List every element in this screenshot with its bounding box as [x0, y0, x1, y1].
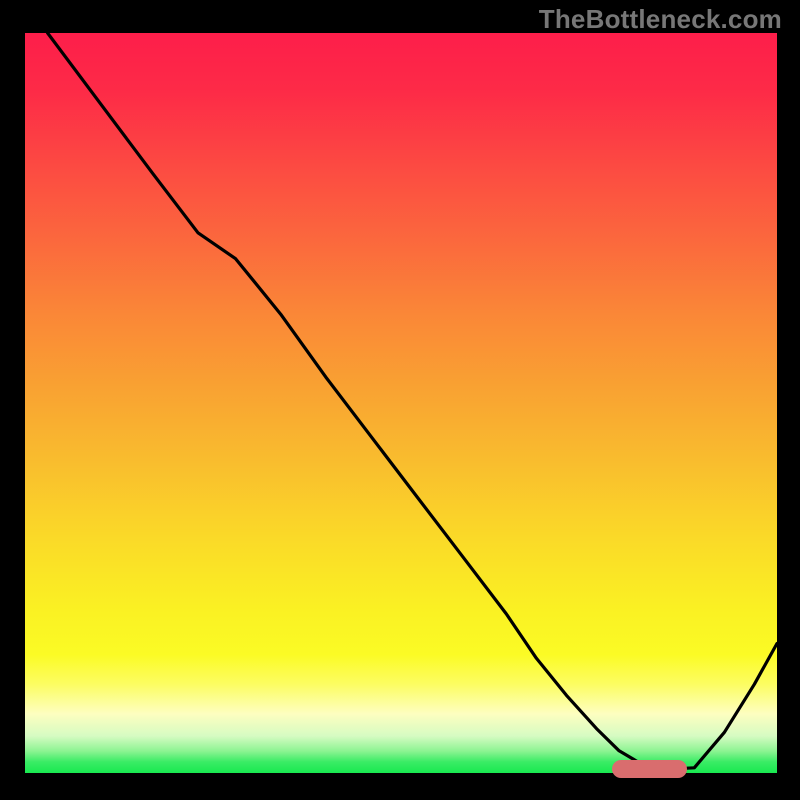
watermark-text: TheBottleneck.com [539, 4, 782, 35]
curve-line [25, 33, 777, 773]
chart-root: { "watermark": "TheBottleneck.com", "col… [0, 0, 800, 800]
plot-frame [25, 33, 777, 773]
optimum-marker [612, 760, 687, 778]
